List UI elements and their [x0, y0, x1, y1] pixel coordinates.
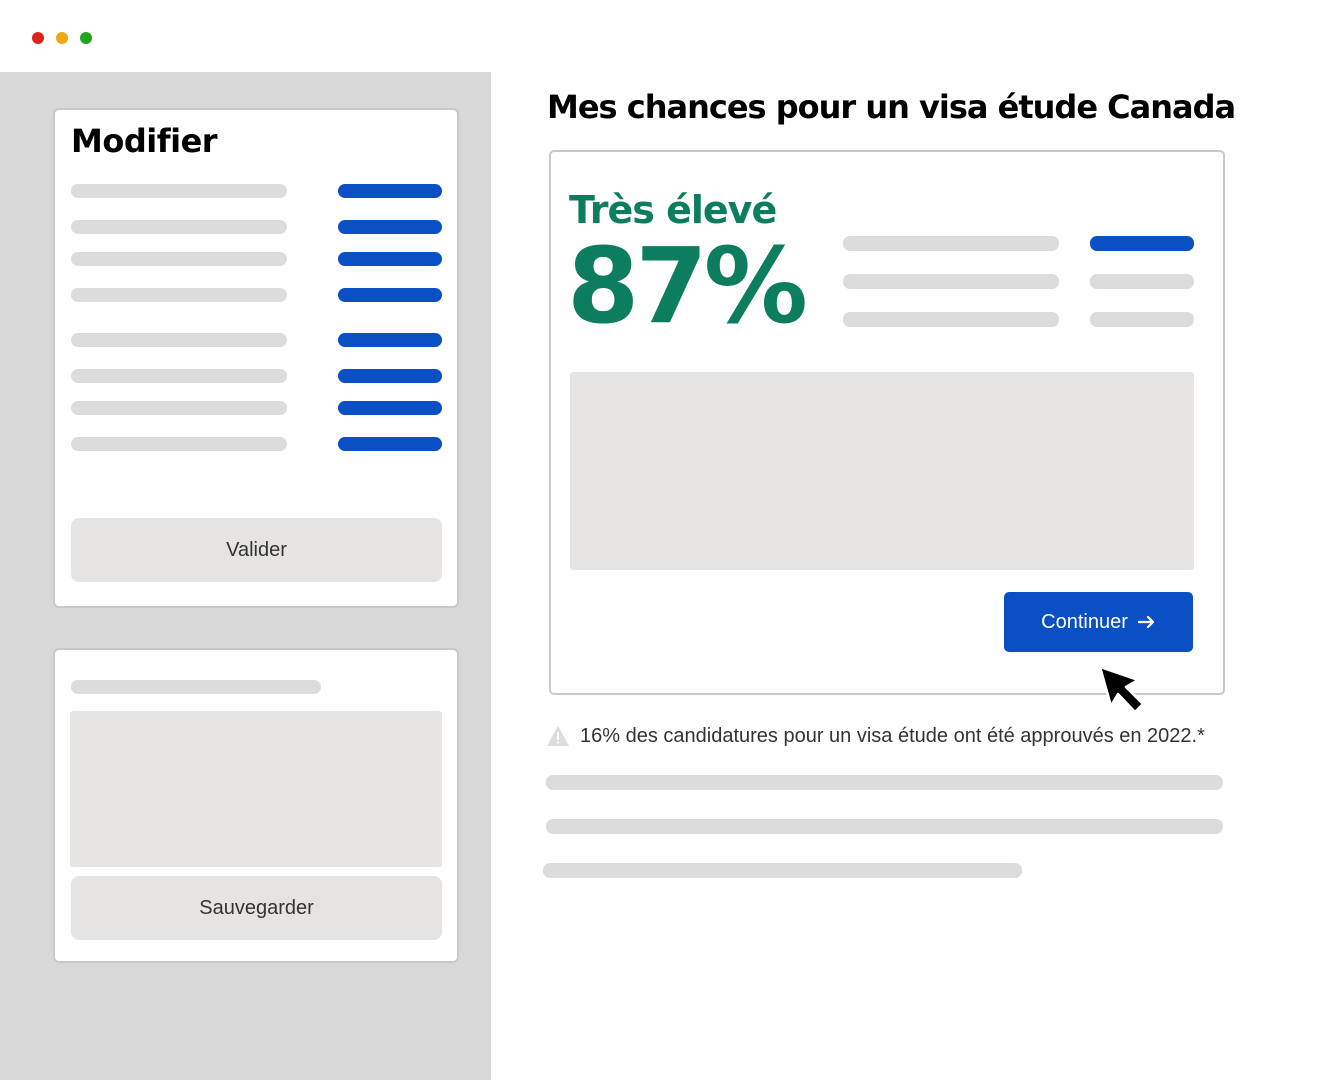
field-label-placeholder: [71, 220, 287, 234]
warning-icon: [547, 726, 569, 746]
field-label-placeholder: [71, 369, 287, 383]
result-details-placeholder: [570, 372, 1194, 570]
field-label-placeholder: [71, 184, 287, 198]
field-value-placeholder[interactable]: [338, 220, 442, 234]
field-label-placeholder: [71, 401, 287, 415]
mouse-pointer-icon: [1098, 665, 1145, 714]
continue-button-label: Continuer: [1041, 610, 1128, 633]
field-value-placeholder[interactable]: [338, 437, 442, 451]
close-dot-icon[interactable]: [32, 32, 44, 44]
text-line-placeholder: [546, 775, 1223, 790]
save-card: Sauvegarder: [53, 648, 459, 963]
detail-value-placeholder: [1090, 312, 1194, 327]
sidebar: Modifier Valider Sauvegarder: [0, 72, 491, 1080]
statistics-note: 16% des candidatures pour un visa étude …: [546, 722, 1205, 750]
detail-value-placeholder: [1090, 274, 1194, 289]
continue-button[interactable]: Continuer: [1004, 592, 1193, 652]
chance-percentage: 87%: [567, 225, 808, 347]
text-line-placeholder: [546, 819, 1223, 834]
text-line-placeholder: [543, 863, 1022, 878]
field-value-placeholder[interactable]: [338, 288, 442, 302]
field-label-placeholder: [71, 333, 287, 347]
field-value-placeholder[interactable]: [338, 184, 442, 198]
detail-label-placeholder: [843, 312, 1059, 327]
field-value-placeholder[interactable]: [338, 252, 442, 266]
save-card-label-placeholder: [71, 680, 321, 694]
field-label-placeholder: [71, 252, 287, 266]
result-card: Très élevé 87% Continuer: [549, 150, 1225, 695]
detail-label-placeholder: [843, 274, 1059, 289]
minimize-dot-icon[interactable]: [56, 32, 68, 44]
field-value-placeholder[interactable]: [338, 401, 442, 415]
maximize-dot-icon[interactable]: [80, 32, 92, 44]
statistics-note-text: 16% des candidatures pour un visa étude …: [580, 724, 1205, 747]
save-card-content-placeholder: [70, 711, 442, 867]
field-label-placeholder: [71, 288, 287, 302]
field-label-placeholder: [71, 437, 287, 451]
validate-button[interactable]: Valider: [71, 518, 442, 582]
page-title: Mes chances pour un visa étude Canada: [547, 88, 1236, 126]
arrow-right-icon: [1137, 615, 1154, 629]
detail-value-placeholder: [1090, 236, 1194, 251]
edit-card: Modifier Valider: [53, 108, 459, 608]
detail-label-placeholder: [843, 236, 1059, 251]
edit-card-title: Modifier: [71, 122, 218, 160]
field-value-placeholder[interactable]: [338, 333, 442, 347]
save-button[interactable]: Sauvegarder: [71, 876, 442, 940]
field-value-placeholder[interactable]: [338, 369, 442, 383]
